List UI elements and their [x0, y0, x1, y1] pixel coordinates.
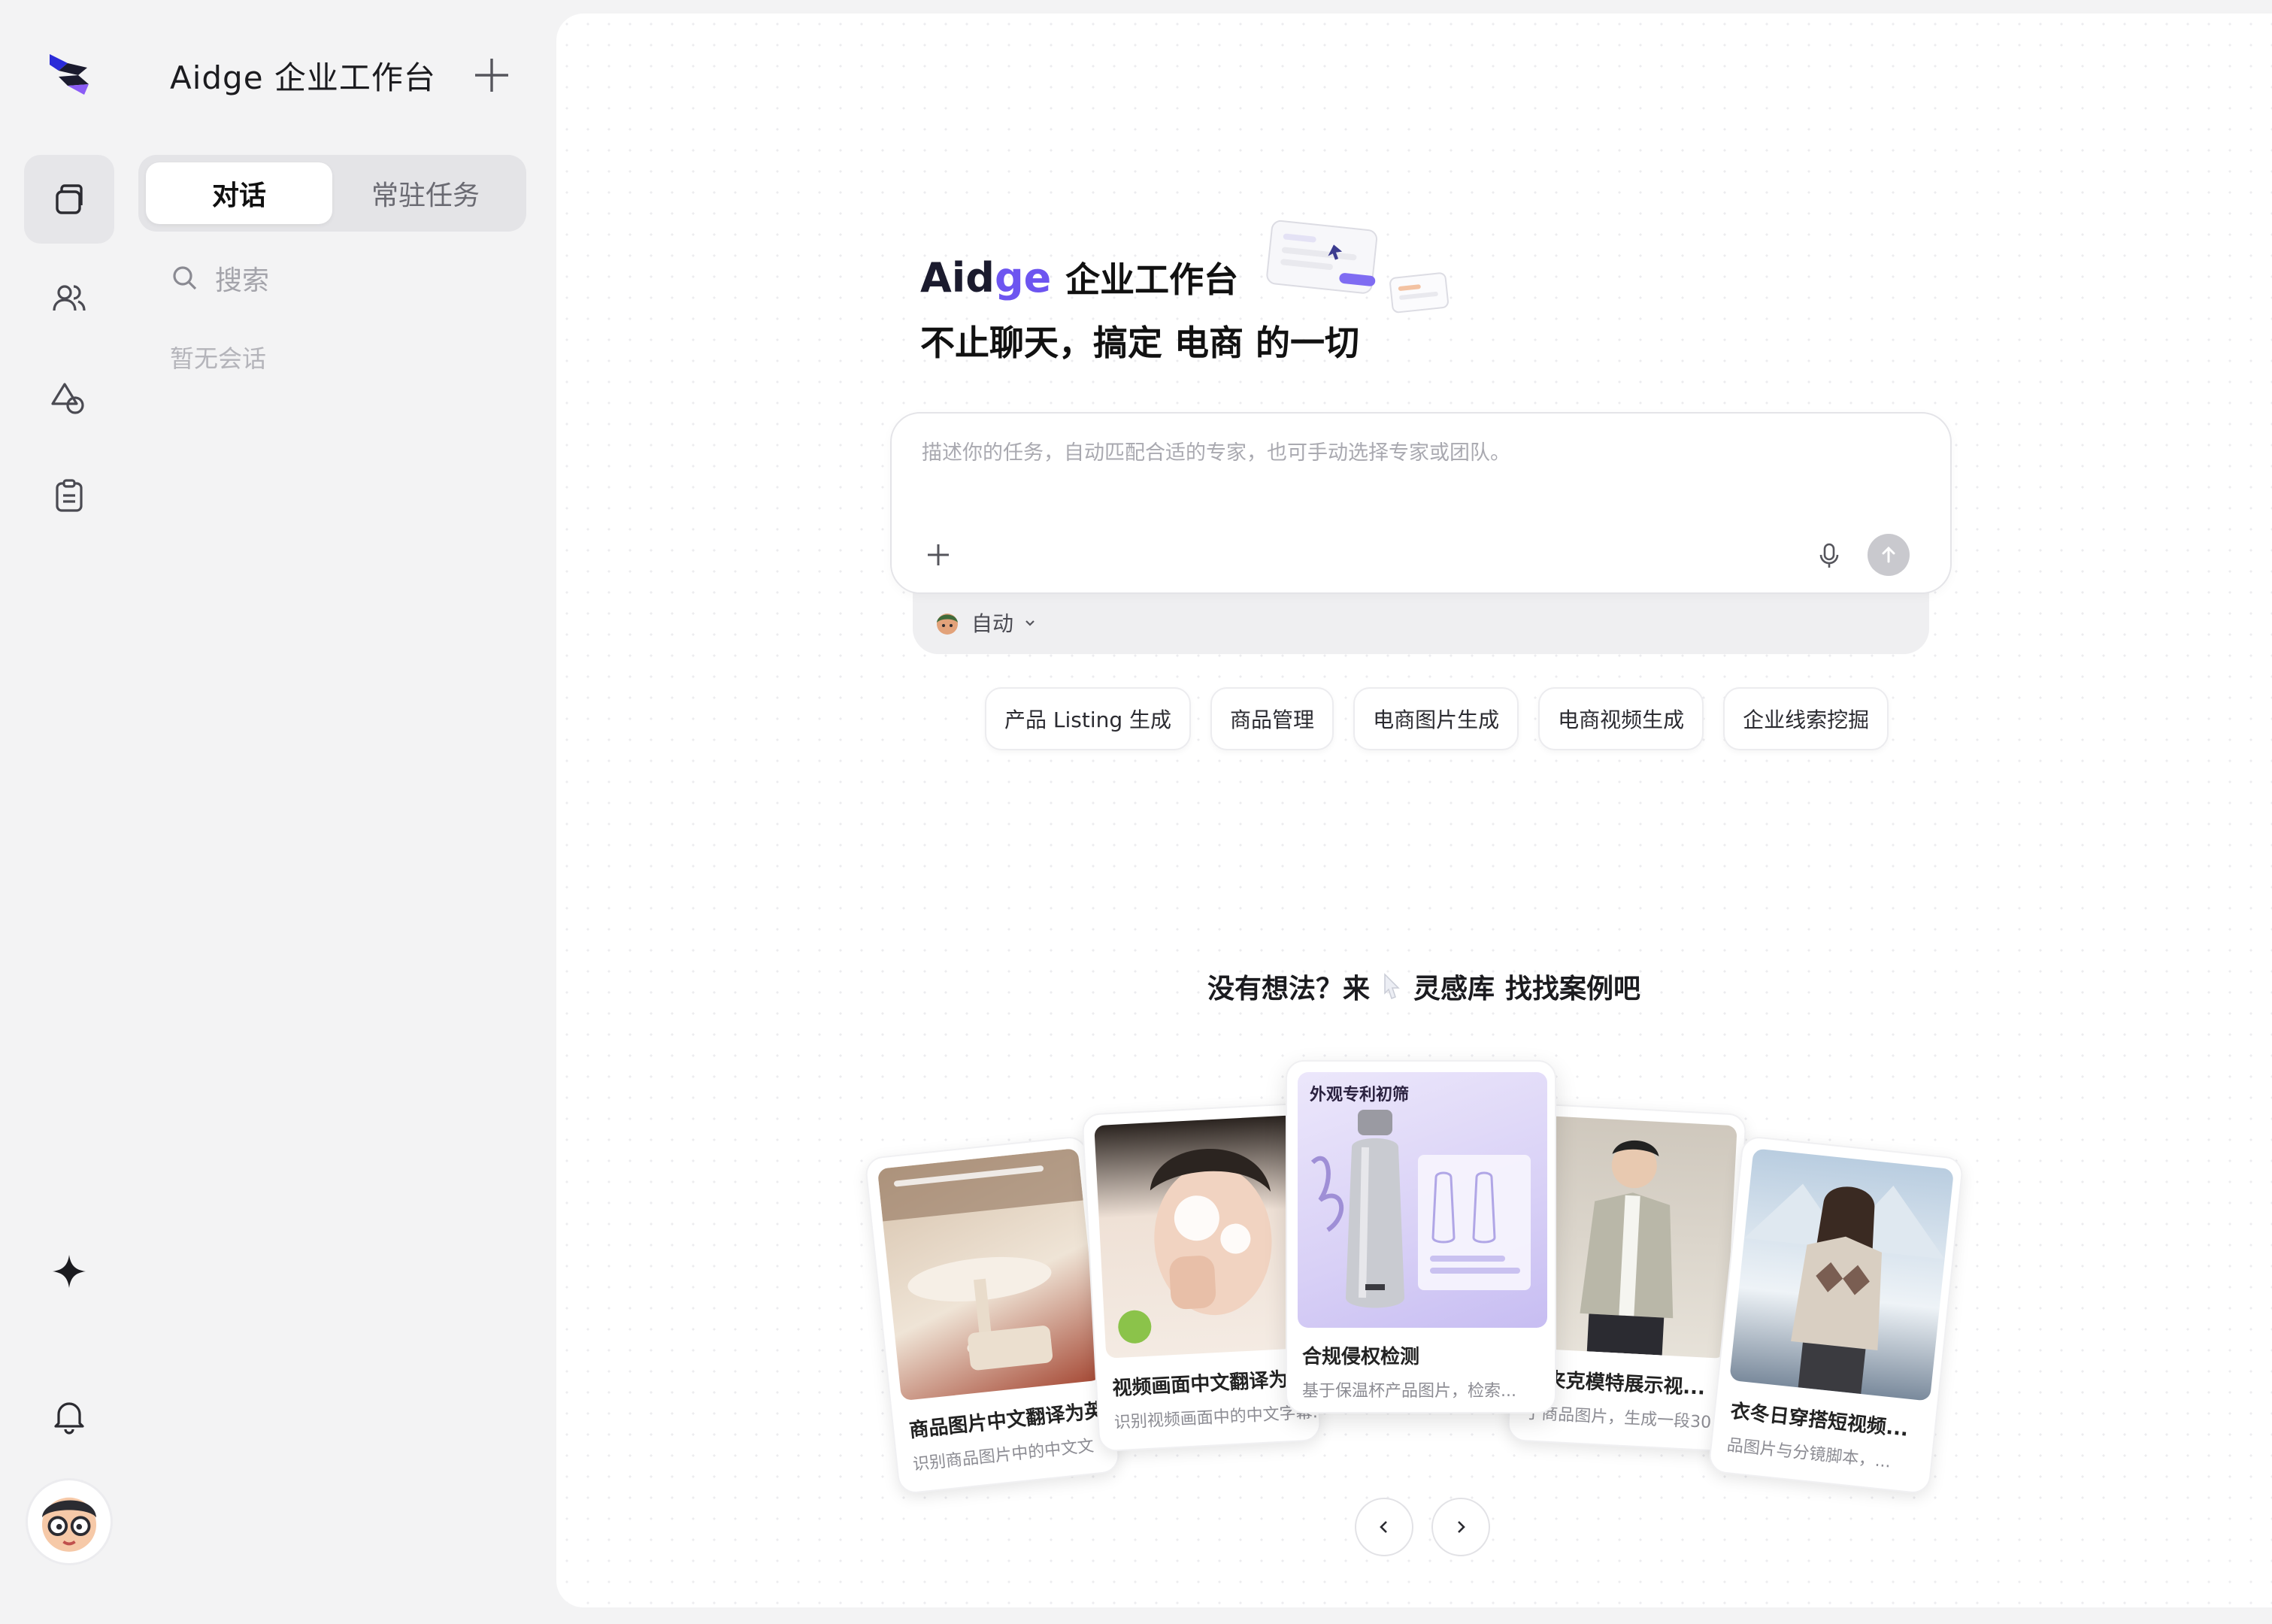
hero-title: Aidge 企业工作台	[920, 253, 1359, 302]
case-card-image	[1094, 1115, 1308, 1359]
sparkle-icon	[53, 1255, 86, 1288]
case-card-title: 视频画面中文翻译为	[1111, 1368, 1289, 1401]
attach-plus-icon[interactable]	[923, 540, 953, 570]
carousel-nav	[1355, 1498, 1490, 1556]
rail-sparkle-button[interactable]	[24, 1227, 114, 1316]
brand-name-part2: ge	[994, 254, 1052, 301]
case-card-badge: 外观专利初筛	[1310, 1086, 1410, 1104]
new-session-button[interactable]	[469, 53, 514, 98]
session-sidebar: Aidge 企业工作台 对话 常驻任务 搜索 暂无会话	[138, 0, 556, 1624]
inspiration-before: 没有想法？来	[1207, 974, 1371, 1004]
icon-rail	[0, 0, 138, 1624]
agent-mode-label: 自动	[971, 611, 1014, 636]
sidebar-tabs: 对话 常驻任务	[138, 155, 526, 232]
send-button[interactable]	[1868, 534, 1910, 576]
search-icon	[173, 266, 197, 290]
session-search[interactable]: 搜索	[170, 259, 269, 298]
case-card-image	[1729, 1148, 1955, 1401]
avatar[interactable]	[26, 1478, 113, 1565]
brand-name-part1: Aid	[920, 254, 995, 301]
tab-conversations[interactable]: 对话	[146, 162, 332, 224]
chevron-down-icon	[1025, 620, 1035, 626]
case-card-image-translate[interactable]: 商品图片中文翻译为英 识别商品图片中的中文文	[864, 1135, 1121, 1495]
hero: Aidge 企业工作台 不止聊天，搞定 电商 的一切	[920, 253, 1359, 365]
case-card-desc: 于商品图片，生成一段30...	[1524, 1404, 1728, 1434]
task-input-box[interactable]: 描述你的任务，自动匹配合适的专家，也可手动选择专家或团队。	[890, 412, 1952, 594]
case-card-desc: 基于保温杯产品图片，检索...	[1302, 1382, 1516, 1401]
aidge-logo[interactable]	[45, 48, 93, 99]
search-placeholder: 搜索	[215, 265, 270, 296]
case-card-image: 外观专利初筛	[1298, 1072, 1547, 1328]
case-card-title: 合规侵权检测	[1302, 1346, 1420, 1368]
main-panel: Aidge 企业工作台 不止聊天，搞定 电商 的一切 描述你的任务，自动匹配合适…	[556, 14, 2272, 1607]
hero-title-rest: 企业工作台	[1065, 259, 1239, 300]
bell-icon	[54, 1402, 84, 1435]
task-input-placeholder[interactable]: 描述你的任务，自动匹配合适的专家，也可手动选择专家或团队。	[922, 436, 1510, 465]
workspace-title: Aidge 企业工作台	[170, 59, 436, 96]
inspiration-library-link[interactable]: 灵感库	[1413, 967, 1495, 1006]
carousel-next-button[interactable]	[1431, 1498, 1490, 1556]
chevron-right-icon	[1458, 1521, 1465, 1533]
rail-conversations-button[interactable]	[24, 155, 114, 244]
inspiration-heading: 没有想法？来 灵感库 找找案例吧	[1207, 967, 1640, 1006]
chip-image-generation[interactable]: 电商图片生成	[1353, 687, 1519, 750]
folder-stack-icon	[56, 184, 83, 214]
chip-listing-generation[interactable]: 产品 Listing 生成	[985, 687, 1192, 750]
tab-resident-tasks[interactable]: 常驻任务	[332, 162, 519, 224]
thermos-bottle-photo-icon	[1310, 1110, 1531, 1308]
quick-chips: 产品 Listing 生成 商品管理 电商图片生成 电商视频生成 企业线索挖掘	[985, 687, 1889, 750]
avatar-cartoon-icon	[41, 1497, 97, 1552]
rail-notifications-button[interactable]	[24, 1371, 114, 1460]
chip-product-management[interactable]: 商品管理	[1210, 687, 1334, 750]
empty-sessions-text: 暂无会话	[170, 344, 267, 373]
hero-subtitle: 不止聊天，搞定 电商 的一切	[920, 323, 1360, 363]
rail-team-button[interactable]	[24, 254, 114, 343]
microphone-icon[interactable]	[1813, 540, 1845, 571]
carousel-prev-button[interactable]	[1355, 1498, 1413, 1556]
agent-avatar-icon	[937, 614, 958, 635]
clipboard-icon	[56, 479, 83, 512]
task-composer: 描述你的任务，自动匹配合适的专家，也可手动选择专家或团队。 自动	[890, 412, 1952, 654]
arrow-up-icon	[1882, 546, 1895, 563]
chevron-left-icon	[1380, 1521, 1387, 1533]
shapes-icon	[51, 383, 84, 414]
plus-icon	[475, 59, 508, 92]
agent-mode-select[interactable]: 自动	[932, 607, 1038, 638]
cursor-hand-icon	[1384, 973, 1400, 999]
inspiration-after: 找找案例吧	[1505, 974, 1641, 1004]
case-card-image	[877, 1147, 1102, 1401]
rail-shapes-button[interactable]	[24, 353, 114, 442]
skincare-photo-icon	[1118, 1149, 1272, 1344]
chip-lead-mining[interactable]: 企业线索挖掘	[1723, 687, 1889, 750]
case-card-compliance-check[interactable]: 外观专利初筛 合规侵权检测 基于保温杯产品图片，检索...	[1286, 1060, 1556, 1413]
furniture-photo-icon	[877, 1147, 1083, 1371]
case-card-winter-outfit[interactable]: 衣冬日穿搭短视频... 品图片与分镜脚本，...	[1707, 1135, 1965, 1495]
chip-video-generation[interactable]: 电商视频生成	[1538, 687, 1704, 750]
users-icon	[53, 285, 86, 311]
winter-outfit-photo-icon	[1744, 1183, 1945, 1395]
rail-tasks-button[interactable]	[24, 451, 114, 540]
